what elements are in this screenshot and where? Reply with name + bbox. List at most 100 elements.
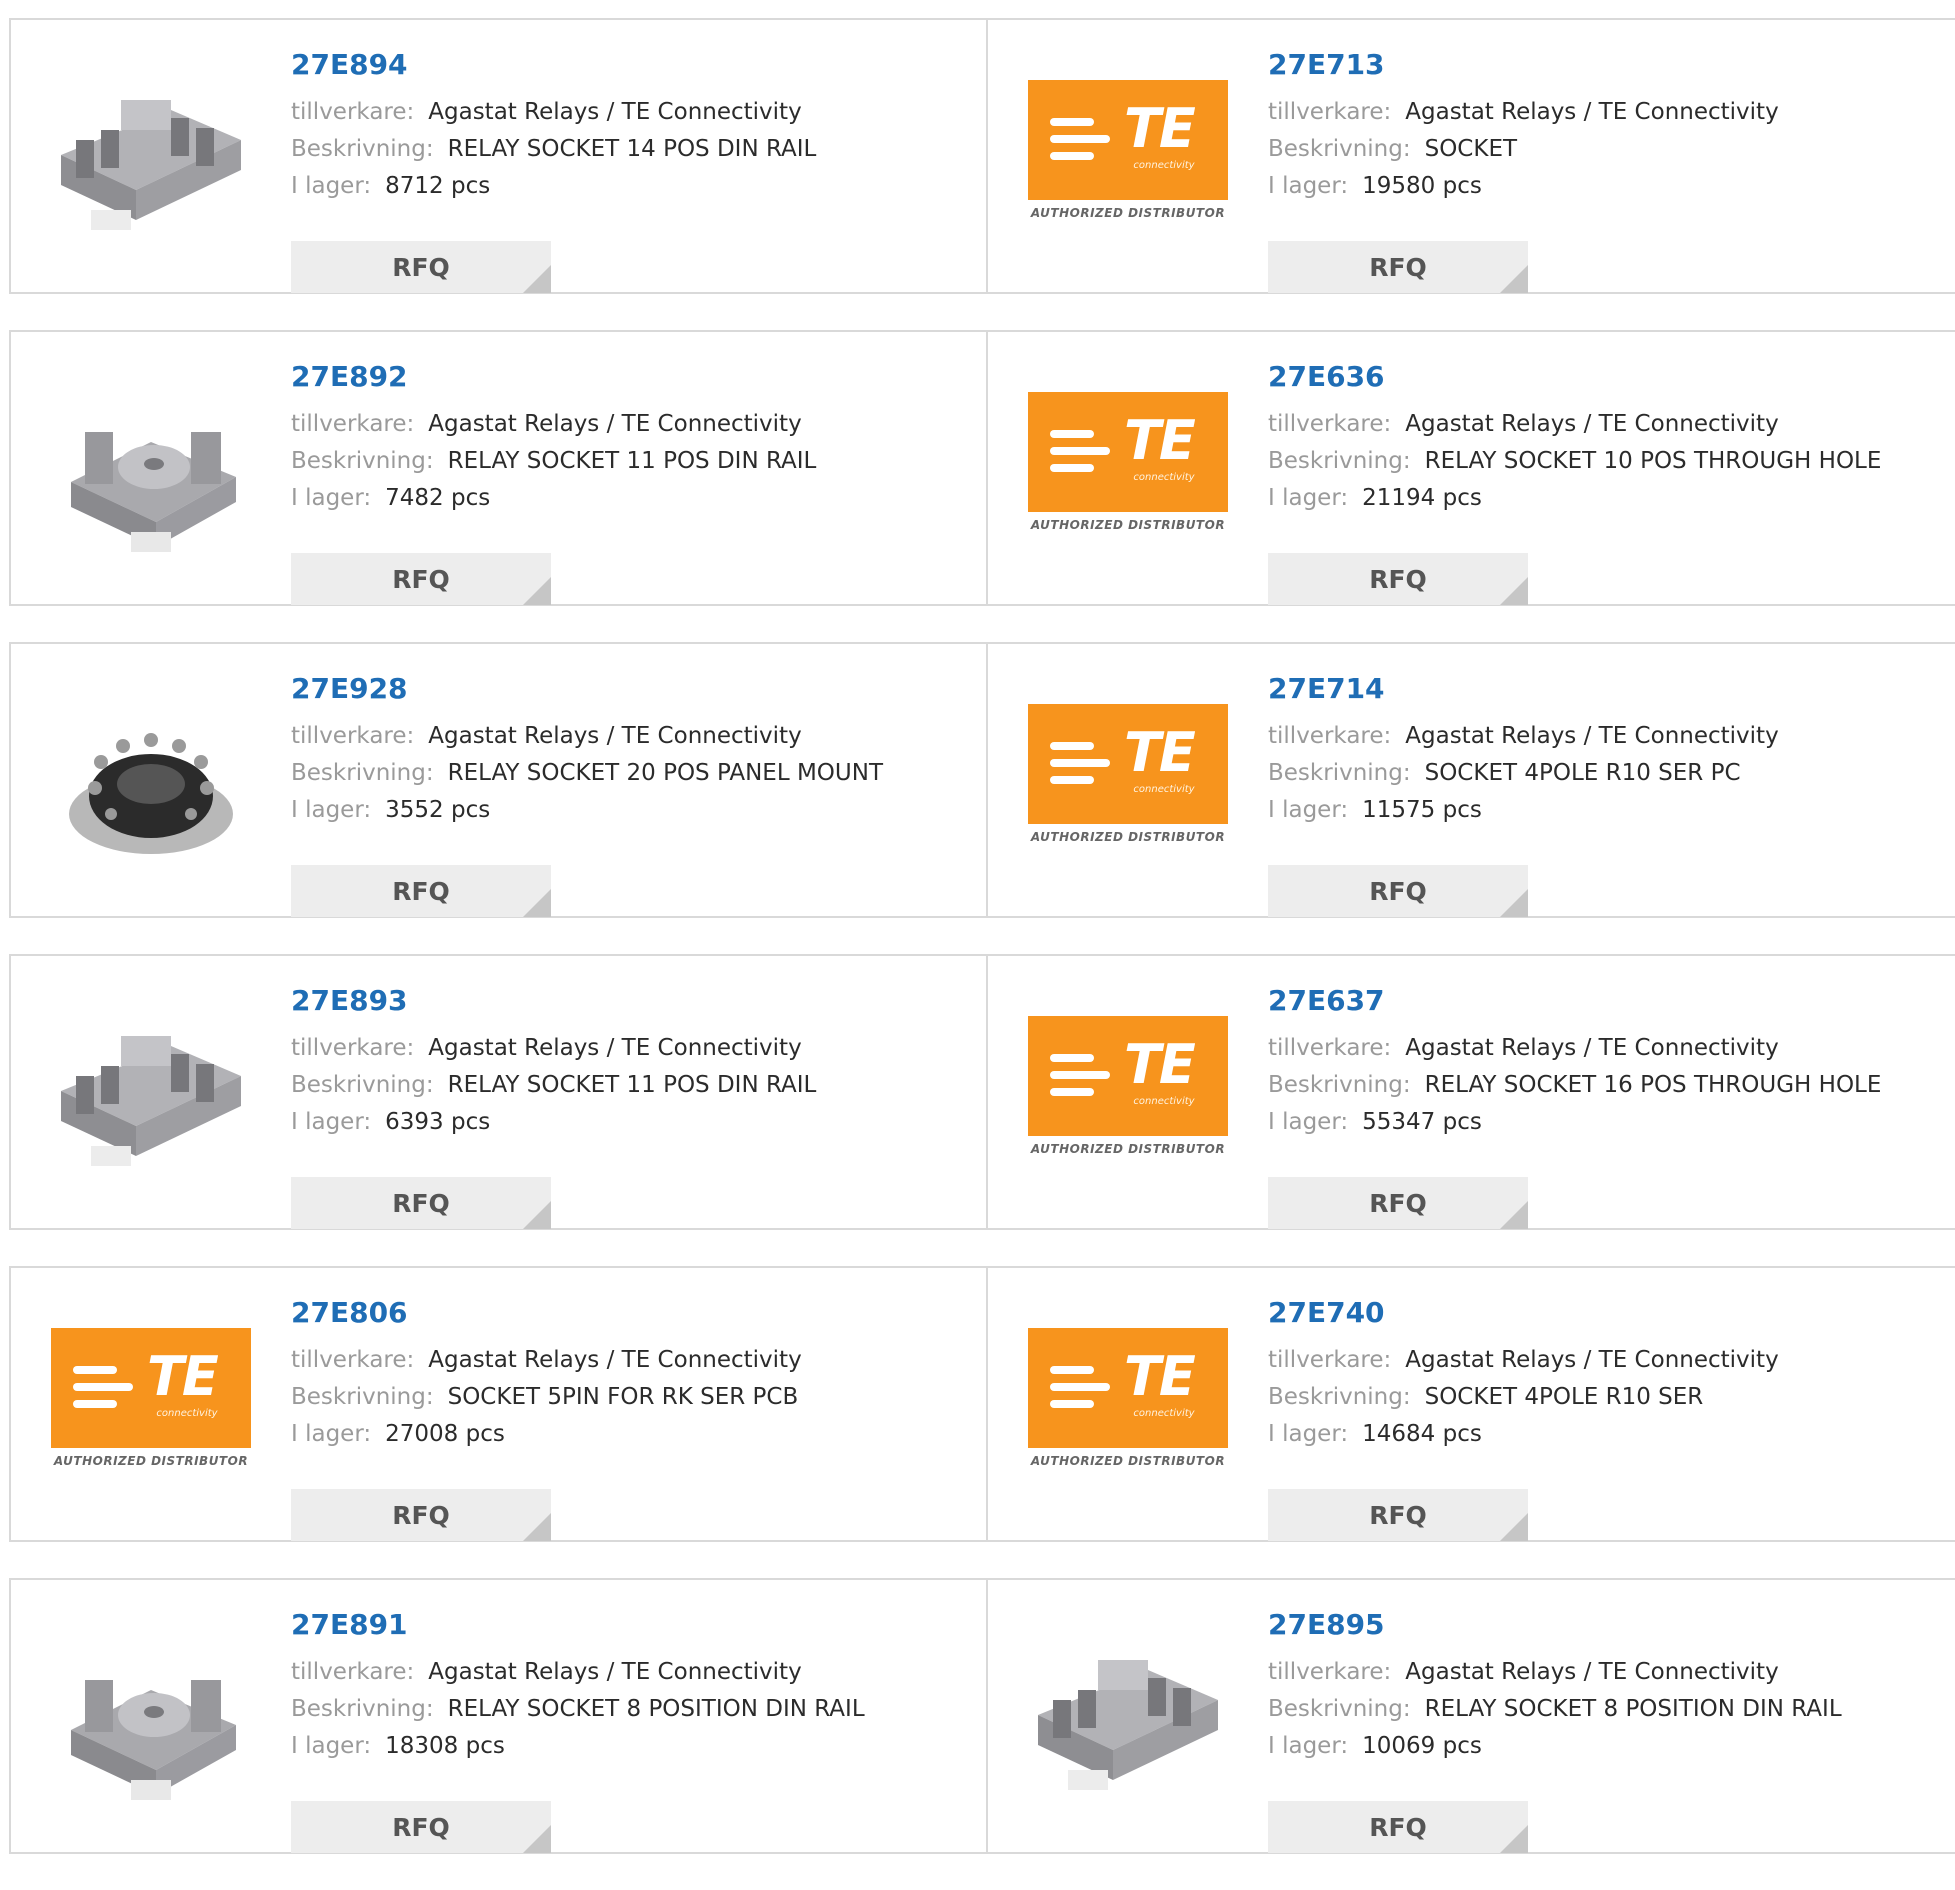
rfq-button[interactable]: RFQ: [291, 1489, 551, 1541]
description-line: Beskrivning: RELAY SOCKET 8 POSITION DIN …: [1268, 1691, 1945, 1728]
product-info: 27E892 tillverkare: Agastat Relays / TE C…: [291, 360, 976, 605]
product-image[interactable]: [1028, 1620, 1228, 1820]
description-label: Beskrivning:: [1268, 1384, 1411, 1410]
manufacturer-label: tillverkare:: [1268, 99, 1392, 125]
te-connectivity-logo: TE connectivity AUTHORIZED DISTRIBUTOR: [1028, 996, 1228, 1196]
product-image[interactable]: TE connectivity AUTHORIZED DISTRIBUTOR: [1028, 1308, 1228, 1508]
te-connectivity-logo: TE connectivity AUTHORIZED DISTRIBUTOR: [1028, 1308, 1228, 1508]
rfq-button[interactable]: RFQ: [1268, 1801, 1528, 1853]
product-image[interactable]: TE connectivity AUTHORIZED DISTRIBUTOR: [1028, 372, 1228, 572]
part-number-link[interactable]: 27E894: [291, 48, 408, 82]
stock-line: I lager: 10069 pcs: [1268, 1728, 1945, 1765]
part-number-link[interactable]: 27E892: [291, 360, 408, 394]
rfq-button[interactable]: RFQ: [291, 241, 551, 293]
product-card: TE connectivity AUTHORIZED DISTRIBUTOR 2…: [988, 20, 1955, 293]
rfq-button[interactable]: RFQ: [291, 1177, 551, 1229]
product-image[interactable]: [51, 1620, 251, 1820]
stock-value: 3552 pcs: [385, 797, 491, 823]
authorized-distributor-caption: AUTHORIZED DISTRIBUTOR: [1030, 1454, 1226, 1468]
manufacturer-line: tillverkare: Agastat Relays / TE Connecti…: [1268, 406, 1945, 443]
stock-value: 8712 pcs: [385, 173, 491, 199]
rfq-label: RFQ: [1369, 1812, 1427, 1842]
stock-label: I lager:: [291, 485, 372, 511]
product-image[interactable]: [51, 372, 251, 572]
description-value: RELAY SOCKET 11 POS DIN RAIL: [447, 1072, 817, 1098]
product-image[interactable]: [51, 684, 251, 884]
manufacturer-value: Agastat Relays / TE Connectivity: [428, 1659, 802, 1685]
manufacturer-value: Agastat Relays / TE Connectivity: [428, 411, 802, 437]
rfq-label: RFQ: [392, 252, 450, 282]
part-number-link[interactable]: 27E714: [1268, 672, 1385, 706]
part-number-link[interactable]: 27E806: [291, 1296, 408, 1330]
manufacturer-label: tillverkare:: [1268, 723, 1392, 749]
part-number-link[interactable]: 27E928: [291, 672, 408, 706]
product-info: 27E894 tillverkare: Agastat Relays / TE C…: [291, 48, 976, 293]
stock-value: 7482 pcs: [385, 485, 491, 511]
description-line: Beskrivning: RELAY SOCKET 11 POS DIN RAIL: [291, 1067, 976, 1104]
stock-line: I lager: 21194 pcs: [1268, 480, 1945, 517]
rfq-button[interactable]: RFQ: [1268, 1489, 1528, 1541]
product-card: 27E928 tillverkare: Agastat Relays / TE C…: [11, 644, 988, 917]
manufacturer-value: Agastat Relays / TE Connectivity: [428, 1035, 802, 1061]
corner-triangle-icon: [1500, 1825, 1528, 1853]
rfq-button[interactable]: RFQ: [1268, 865, 1528, 917]
description-label: Beskrivning:: [1268, 760, 1411, 786]
product-image[interactable]: [51, 996, 251, 1196]
authorized-distributor-caption: AUTHORIZED DISTRIBUTOR: [1030, 830, 1226, 844]
manufacturer-line: tillverkare: Agastat Relays / TE Connecti…: [1268, 1342, 1945, 1379]
product-row: 27E928 tillverkare: Agastat Relays / TE C…: [9, 642, 1955, 918]
relay-socket-photo: [71, 432, 236, 552]
part-number-link[interactable]: 27E891: [291, 1608, 408, 1642]
corner-triangle-icon: [1500, 1201, 1528, 1229]
rfq-button[interactable]: RFQ: [291, 1801, 551, 1853]
te-logo-stripes: [1050, 430, 1110, 481]
corner-triangle-icon: [1500, 577, 1528, 605]
manufacturer-value: Agastat Relays / TE Connectivity: [428, 1347, 802, 1373]
product-card: 27E895 tillverkare: Agastat Relays / TE C…: [988, 1580, 1955, 1853]
manufacturer-label: tillverkare:: [1268, 1347, 1392, 1373]
manufacturer-value: Agastat Relays / TE Connectivity: [1405, 1659, 1779, 1685]
authorized-distributor-caption: AUTHORIZED DISTRIBUTOR: [53, 1454, 249, 1468]
te-logo-sub: connectivity: [1133, 472, 1195, 483]
product-image[interactable]: TE connectivity AUTHORIZED DISTRIBUTOR: [1028, 996, 1228, 1196]
rfq-button[interactable]: RFQ: [291, 865, 551, 917]
product-image[interactable]: [51, 60, 251, 260]
manufacturer-value: Agastat Relays / TE Connectivity: [1405, 411, 1779, 437]
product-image[interactable]: TE connectivity AUTHORIZED DISTRIBUTOR: [51, 1308, 251, 1508]
product-info: 27E637 tillverkare: Agastat Relays / TE C…: [1268, 984, 1945, 1229]
product-grid: 27E894 tillverkare: Agastat Relays / TE C…: [9, 18, 1955, 1890]
part-number-link[interactable]: 27E637: [1268, 984, 1385, 1018]
te-logo-stripes: [1050, 118, 1110, 169]
product-image[interactable]: TE connectivity AUTHORIZED DISTRIBUTOR: [1028, 60, 1228, 260]
rfq-label: RFQ: [1369, 564, 1427, 594]
part-number-link[interactable]: 27E713: [1268, 48, 1385, 82]
te-logo-wordmark: TE: [1124, 1345, 1196, 1408]
manufacturer-label: tillverkare:: [1268, 1659, 1392, 1685]
part-number-link[interactable]: 27E893: [291, 984, 408, 1018]
description-label: Beskrivning:: [1268, 1072, 1411, 1098]
te-logo-sub: connectivity: [1133, 784, 1195, 795]
product-info: 27E713 tillverkare: Agastat Relays / TE C…: [1268, 48, 1945, 293]
product-info: 27E891 tillverkare: Agastat Relays / TE C…: [291, 1608, 976, 1853]
rfq-label: RFQ: [392, 1188, 450, 1218]
stock-line: I lager: 6393 pcs: [291, 1104, 976, 1141]
te-connectivity-logo: TE connectivity AUTHORIZED DISTRIBUTOR: [1028, 684, 1228, 884]
rfq-button[interactable]: RFQ: [1268, 241, 1528, 293]
manufacturer-label: tillverkare:: [291, 1659, 415, 1685]
part-number-link[interactable]: 27E636: [1268, 360, 1385, 394]
part-number-link[interactable]: 27E895: [1268, 1608, 1385, 1642]
product-image[interactable]: TE connectivity AUTHORIZED DISTRIBUTOR: [1028, 684, 1228, 884]
stock-line: I lager: 27008 pcs: [291, 1416, 976, 1453]
part-number-link[interactable]: 27E740: [1268, 1296, 1385, 1330]
corner-triangle-icon: [1500, 265, 1528, 293]
rfq-button[interactable]: RFQ: [291, 553, 551, 605]
manufacturer-line: tillverkare: Agastat Relays / TE Connecti…: [291, 406, 976, 443]
rfq-button[interactable]: RFQ: [1268, 553, 1528, 605]
te-logo-sub: connectivity: [1133, 160, 1195, 171]
te-logo-stripes: [1050, 1054, 1110, 1105]
stock-value: 10069 pcs: [1362, 1733, 1482, 1759]
description-line: Beskrivning: RELAY SOCKET 11 POS DIN RAIL: [291, 443, 976, 480]
rfq-button[interactable]: RFQ: [1268, 1177, 1528, 1229]
stock-value: 14684 pcs: [1362, 1421, 1482, 1447]
product-card: TE connectivity AUTHORIZED DISTRIBUTOR 2…: [988, 1268, 1955, 1541]
